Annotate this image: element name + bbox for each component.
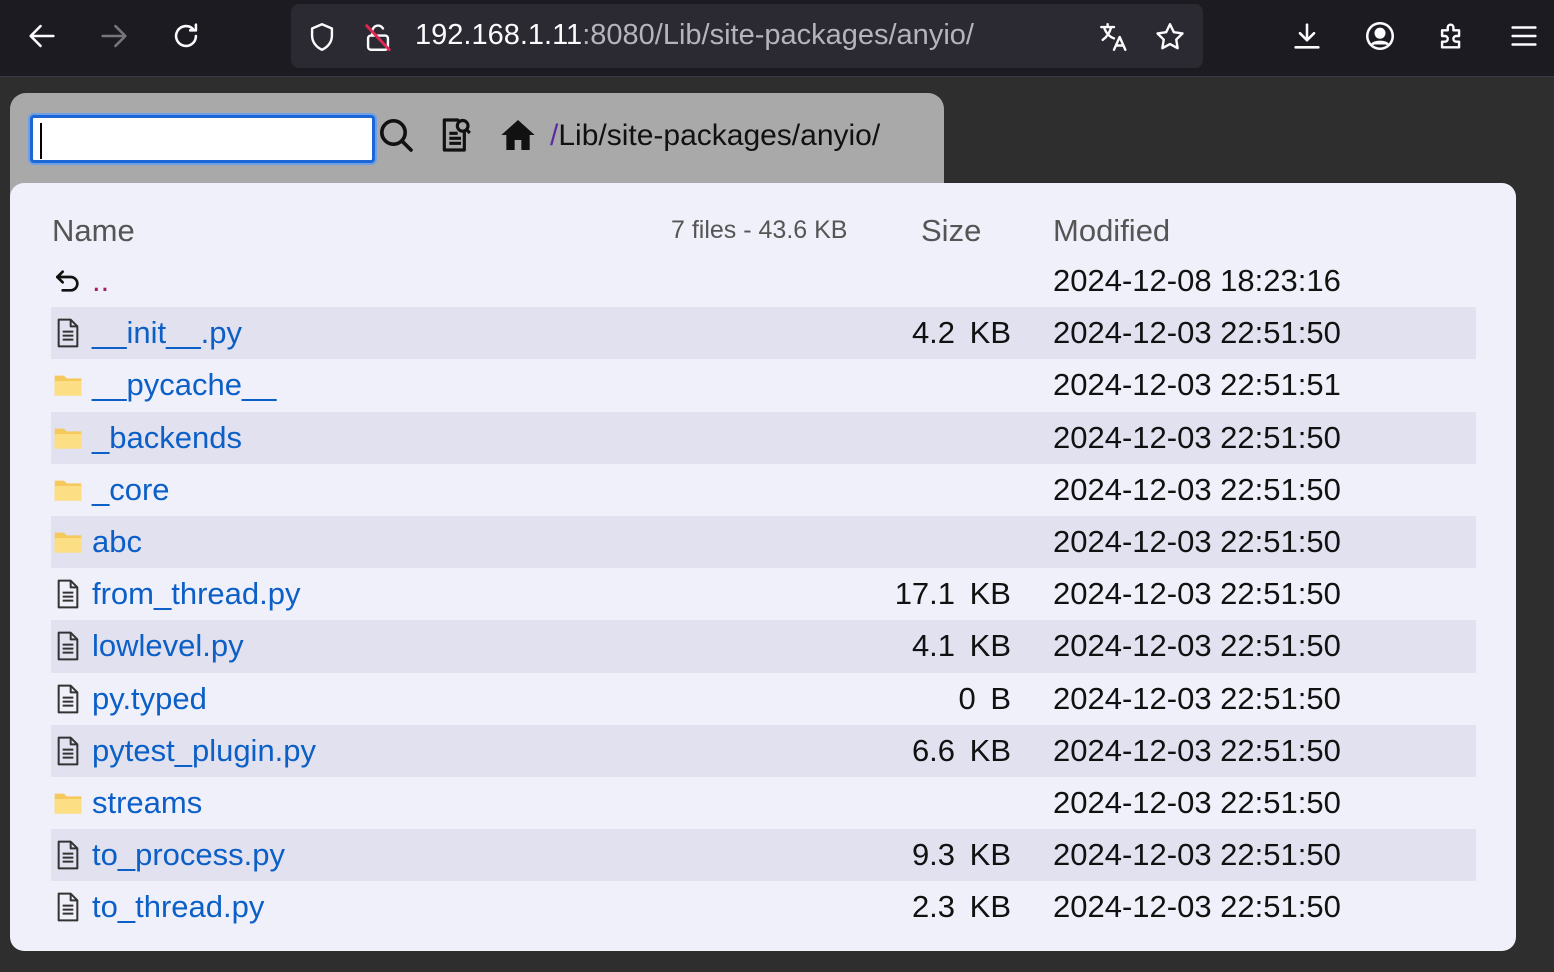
file-row: to_process.py 9.3 KB 2024-12-03 22:51:50 <box>51 829 1476 882</box>
shield-icon[interactable] <box>305 20 339 54</box>
folder-icon <box>52 526 84 558</box>
breadcrumb: /Lib/site-packages/anyio/ <box>550 119 880 153</box>
folder-row: streams 2024-12-03 22:51:50 <box>51 777 1476 829</box>
entry-modified: 2024-12-03 22:51:50 <box>1053 471 1341 507</box>
entry-name-link[interactable]: to_thread.py <box>92 889 264 925</box>
entry-modified: 2024-12-08 18:23:16 <box>1053 263 1341 298</box>
browser-toolbar: 192.168.1.11:8080/Lib/site-packages/anyi… <box>0 0 1554 77</box>
folder-row: _core 2024-12-03 22:51:50 <box>51 464 1476 516</box>
file-icon <box>52 630 84 662</box>
folder-icon <box>52 422 84 454</box>
entry-name-link[interactable]: py.typed <box>92 681 207 717</box>
folder-row: __pycache__ 2024-12-03 22:51:51 <box>51 359 1476 411</box>
menu-icon <box>1511 26 1537 46</box>
parent-directory-icon <box>52 265 84 297</box>
entry-name-link[interactable]: streams <box>92 785 202 821</box>
entry-name-link[interactable]: from_thread.py <box>92 576 301 612</box>
file-row: __init__.py 4.2 KB 2024-12-03 22:51:50 <box>51 307 1476 360</box>
files-summary: 7 files - 43.6 KB <box>671 216 848 244</box>
entry-modified: 2024-12-03 22:51:50 <box>1053 732 1341 768</box>
downloads-button[interactable] <box>1285 14 1329 58</box>
entry-modified: 2024-12-03 22:51:50 <box>1053 315 1341 351</box>
file-icon <box>52 317 84 349</box>
back-button[interactable] <box>20 14 64 58</box>
entry-size: 4.1 KB <box>911 628 1011 664</box>
entry-name-link[interactable]: pytest_plugin.py <box>92 733 316 769</box>
file-row: pytest_plugin.py 6.6 KB 2024-12-03 22:51:5… <box>51 724 1476 777</box>
page-content: /Lib/site-packages/anyio/ Name 7 files -… <box>0 77 1554 972</box>
entry-modified: 2024-12-03 22:51:50 <box>1053 523 1341 559</box>
file-icon <box>52 735 84 767</box>
forward-button[interactable] <box>92 14 136 58</box>
column-header-size[interactable]: Size <box>921 213 981 249</box>
entry-name-link[interactable]: __pycache__ <box>92 367 276 403</box>
entry-size: 2.3 KB <box>911 889 1011 925</box>
file-row: to_thread.py 2.3 KB 2024-12-03 22:51:50 <box>51 881 1476 933</box>
entry-name-link[interactable]: _core <box>92 472 170 508</box>
bookmark-star-icon[interactable] <box>1153 20 1187 54</box>
search-input[interactable] <box>30 115 375 163</box>
entry-name-link[interactable]: to_process.py <box>92 837 285 873</box>
breadcrumb-path: Lib/site-packages/anyio/ <box>558 119 881 152</box>
entry-modified: 2024-12-03 22:51:50 <box>1053 889 1341 925</box>
file-row: lowlevel.py 4.1 KB 2024-12-03 22:51:50 <box>51 620 1476 673</box>
insecure-lock-icon[interactable] <box>361 20 395 54</box>
entry-modified: 2024-12-03 22:51:50 <box>1053 784 1341 820</box>
download-icon <box>1294 23 1320 49</box>
file-icon <box>52 683 84 715</box>
folder-icon <box>52 474 84 506</box>
entry-name-link[interactable]: _backends <box>92 420 242 456</box>
column-header-name[interactable]: Name <box>52 213 135 249</box>
entry-name-link[interactable]: abc <box>92 524 142 560</box>
home-icon[interactable] <box>498 115 538 155</box>
entry-modified: 2024-12-03 22:51:50 <box>1053 680 1341 716</box>
entry-modified: 2024-12-03 22:51:50 <box>1053 837 1341 873</box>
extensions-button[interactable] <box>1430 14 1474 58</box>
entry-size: 9.3 KB <box>911 837 1011 873</box>
file-row: from_thread.py 17.1 KB 2024-12-03 22:51:50 <box>51 568 1476 620</box>
entry-modified: 2024-12-03 22:51:50 <box>1053 576 1341 612</box>
entry-modified: 2024-12-03 22:51:51 <box>1053 367 1341 403</box>
file-row: py.typed 0 B 2024-12-03 22:51:50 <box>51 673 1476 725</box>
url-path: :8080/Lib/site-packages/anyio/ <box>582 19 974 51</box>
forward-icon <box>101 24 127 48</box>
entry-size: 0 B <box>958 680 1011 716</box>
reload-button[interactable] <box>164 14 208 58</box>
entry-modified: 2024-12-03 22:51:50 <box>1053 628 1341 664</box>
file-list: .. 2024-12-08 18:23:16 __init__.py 4.2 KB 20… <box>51 255 1476 933</box>
parent-directory-link[interactable]: .. <box>92 263 109 299</box>
folder-icon <box>52 787 84 819</box>
url-host: 192.168.1.11 <box>415 19 583 51</box>
search-icon[interactable] <box>376 115 416 155</box>
extensions-icon <box>1440 23 1461 49</box>
entry-size: 6.6 KB <box>911 732 1011 768</box>
account-icon <box>1365 21 1395 51</box>
app-menu-button[interactable] <box>1502 14 1546 58</box>
entry-size: 4.2 KB <box>911 315 1011 351</box>
file-icon <box>52 839 84 871</box>
folder-icon <box>52 369 84 401</box>
folder-row: abc 2024-12-03 22:51:50 <box>51 515 1476 569</box>
back-icon <box>29 24 55 48</box>
file-search-icon[interactable] <box>436 115 476 155</box>
translate-icon[interactable] <box>1097 20 1131 54</box>
account-button[interactable] <box>1358 14 1402 58</box>
folder-row: _backends 2024-12-03 22:51:50 <box>51 411 1476 464</box>
parent-directory-row: .. 2024-12-08 18:23:16 <box>51 255 1476 307</box>
reload-icon <box>174 23 198 48</box>
file-list-panel: Name 7 files - 43.6 KB Size Modified .. 2… <box>10 183 1516 951</box>
entry-modified: 2024-12-03 22:51:50 <box>1053 419 1341 455</box>
table-header: Name 7 files - 43.6 KB Size Modified <box>10 183 1516 263</box>
url-text[interactable]: 192.168.1.11:8080/Lib/site-packages/anyi… <box>415 19 974 52</box>
file-icon <box>52 578 84 610</box>
text-caret <box>40 123 42 159</box>
file-icon <box>52 891 84 923</box>
entry-size: 17.1 KB <box>894 576 1011 612</box>
column-header-modified[interactable]: Modified <box>1053 213 1170 249</box>
url-bar[interactable]: 192.168.1.11:8080/Lib/site-packages/anyi… <box>291 4 1203 68</box>
entry-name-link[interactable]: lowlevel.py <box>92 628 244 664</box>
entry-name-link[interactable]: __init__.py <box>92 315 242 351</box>
